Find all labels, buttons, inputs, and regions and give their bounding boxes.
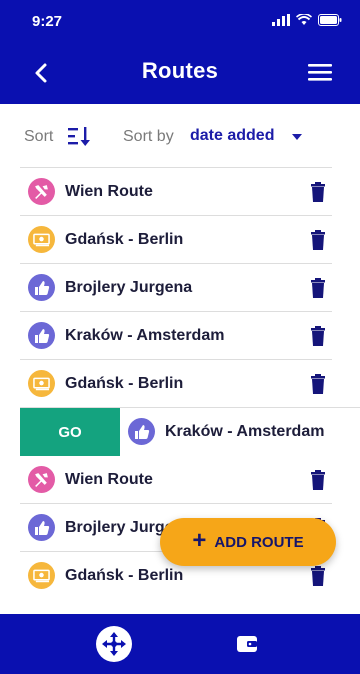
go-button[interactable]: GO xyxy=(20,408,120,456)
signal-icon xyxy=(272,14,290,26)
status-time: 9:27 xyxy=(32,13,63,30)
route-row[interactable]: Gdańsk - Berlin xyxy=(20,359,332,407)
tools-icon xyxy=(28,178,55,205)
plus-icon: + xyxy=(192,527,207,554)
route-row[interactable]: Brojlery Jurgena xyxy=(20,263,332,311)
route-name: Gdańsk - Berlin xyxy=(65,375,184,392)
add-route-button[interactable]: + ADD ROUTE xyxy=(160,518,336,566)
sort-order-icon[interactable] xyxy=(68,125,92,147)
trash-icon[interactable] xyxy=(310,230,326,250)
thumbs-up-icon xyxy=(28,322,55,349)
sort-by-label: Sort by xyxy=(123,128,174,145)
chevron-down-icon[interactable] xyxy=(292,134,302,140)
route-name: Kraków - Amsterdam xyxy=(165,423,325,440)
add-route-label: ADD ROUTE xyxy=(214,533,304,551)
battery-icon xyxy=(318,14,342,26)
thumbs-up-icon xyxy=(28,514,55,541)
thumbs-up-icon xyxy=(28,274,55,301)
money-icon xyxy=(28,370,55,397)
app-bar: Routes xyxy=(0,44,360,104)
route-name: Brojlery Jurgena xyxy=(65,279,193,296)
money-icon xyxy=(28,226,55,253)
status-icons xyxy=(272,14,342,26)
route-row-swiped[interactable]: GO Kraków - Amsterdam xyxy=(20,407,360,456)
wallet-nav-icon[interactable] xyxy=(236,633,258,655)
bottom-nav xyxy=(0,614,360,674)
page-title: Routes xyxy=(141,58,219,83)
status-bar: 9:27 xyxy=(0,0,360,44)
routes-nav-icon[interactable] xyxy=(96,626,132,662)
sort-by-dropdown[interactable]: date added xyxy=(190,127,274,145)
trash-icon[interactable] xyxy=(310,326,326,346)
route-name: Gdańsk - Berlin xyxy=(65,231,184,248)
trash-icon[interactable] xyxy=(310,182,326,202)
route-row[interactable]: Wien Route xyxy=(20,455,332,503)
thumbs-up-icon xyxy=(128,418,155,445)
route-name: Kraków - Amsterdam xyxy=(65,327,225,344)
tools-icon xyxy=(28,466,55,493)
route-name: Gdańsk - Berlin xyxy=(65,567,184,584)
route-row[interactable]: Kraków - Amsterdam xyxy=(20,311,332,359)
sort-bar: Sort Sort by date added xyxy=(0,104,360,166)
trash-icon[interactable] xyxy=(310,278,326,298)
route-name: Wien Route xyxy=(65,183,153,200)
sort-label: Sort xyxy=(24,128,54,145)
route-row[interactable]: Wien Route xyxy=(20,167,332,215)
trash-icon[interactable] xyxy=(310,374,326,394)
money-icon xyxy=(28,562,55,589)
wifi-icon xyxy=(296,14,312,25)
route-name: Wien Route xyxy=(65,471,153,488)
route-row[interactable]: Gdańsk - Berlin xyxy=(20,215,332,263)
trash-icon[interactable] xyxy=(310,470,326,490)
trash-icon[interactable] xyxy=(310,566,326,586)
hamburger-menu-icon[interactable] xyxy=(308,62,332,82)
